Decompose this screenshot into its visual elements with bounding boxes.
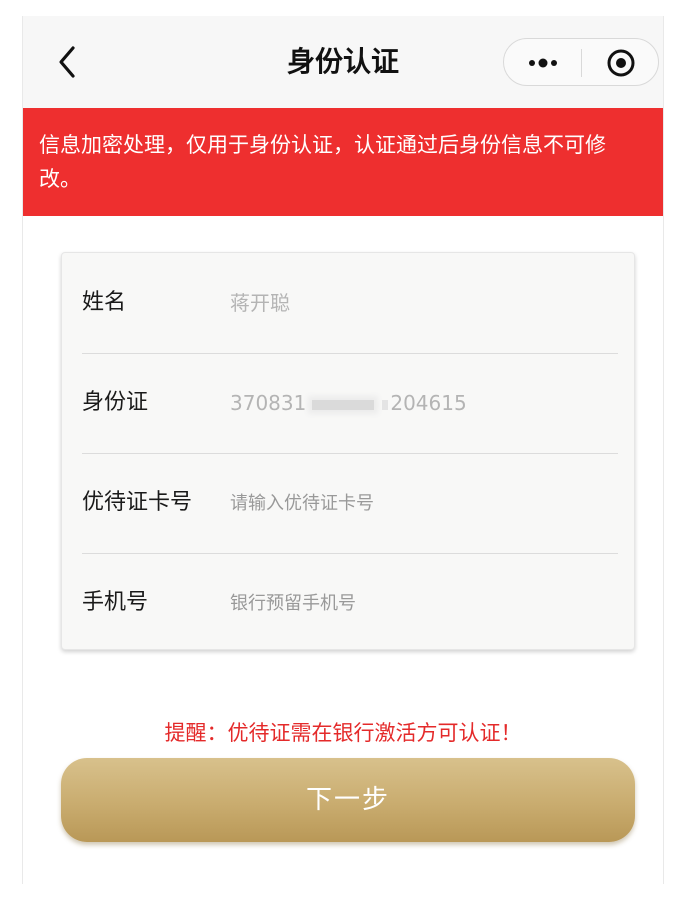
form-row-name: 姓名 蒋开聪 — [82, 253, 618, 353]
card-number-label: 优待证卡号 — [82, 490, 193, 515]
id-card-value: 370831 204615 — [230, 383, 467, 423]
name-label: 姓名 — [82, 290, 127, 315]
id-card-value-suffix: 204615 — [390, 391, 467, 415]
capsule-menu — [503, 38, 659, 86]
id-card-masked-digit — [382, 399, 389, 410]
next-step-button[interactable]: 下一步 — [61, 758, 635, 842]
more-button[interactable] — [514, 45, 574, 81]
form-row-phone: 手机号 — [82, 553, 618, 653]
target-icon — [607, 49, 635, 77]
notice-text: 信息加密处理，仅用于身份认证，认证通过后身份信息不可修改。 — [39, 133, 606, 191]
phone-input[interactable] — [230, 583, 610, 623]
capsule-divider — [581, 49, 582, 77]
close-button[interactable] — [596, 45, 646, 81]
identity-form-card: 姓名 蒋开聪 身份证 370831 204615 优待证卡号 手机号 — [61, 252, 635, 650]
notice-banner: 信息加密处理，仅用于身份认证，认证通过后身份信息不可修改。 — [23, 108, 663, 216]
card-number-input[interactable] — [230, 483, 610, 523]
name-value: 蒋开聪 — [230, 291, 290, 315]
more-dots-icon — [529, 58, 557, 68]
form-row-card-number: 优待证卡号 — [82, 453, 618, 553]
activation-reminder: 提醒：优待证需在银行激活方可认证！ — [164, 721, 522, 745]
phone-label: 手机号 — [82, 590, 149, 615]
navigation-bar: 身份认证 — [23, 16, 663, 108]
mini-program-page: 身份认证 信息加密处理，仅用于身份认证，认证通过后身份信息不可修改。 姓名 蒋开… — [22, 16, 664, 884]
id-card-masked-digits — [312, 399, 375, 410]
id-card-value-prefix: 370831 — [230, 391, 307, 415]
form-row-id-card: 身份证 370831 204615 — [82, 353, 618, 453]
id-card-label: 身份证 — [82, 390, 149, 415]
